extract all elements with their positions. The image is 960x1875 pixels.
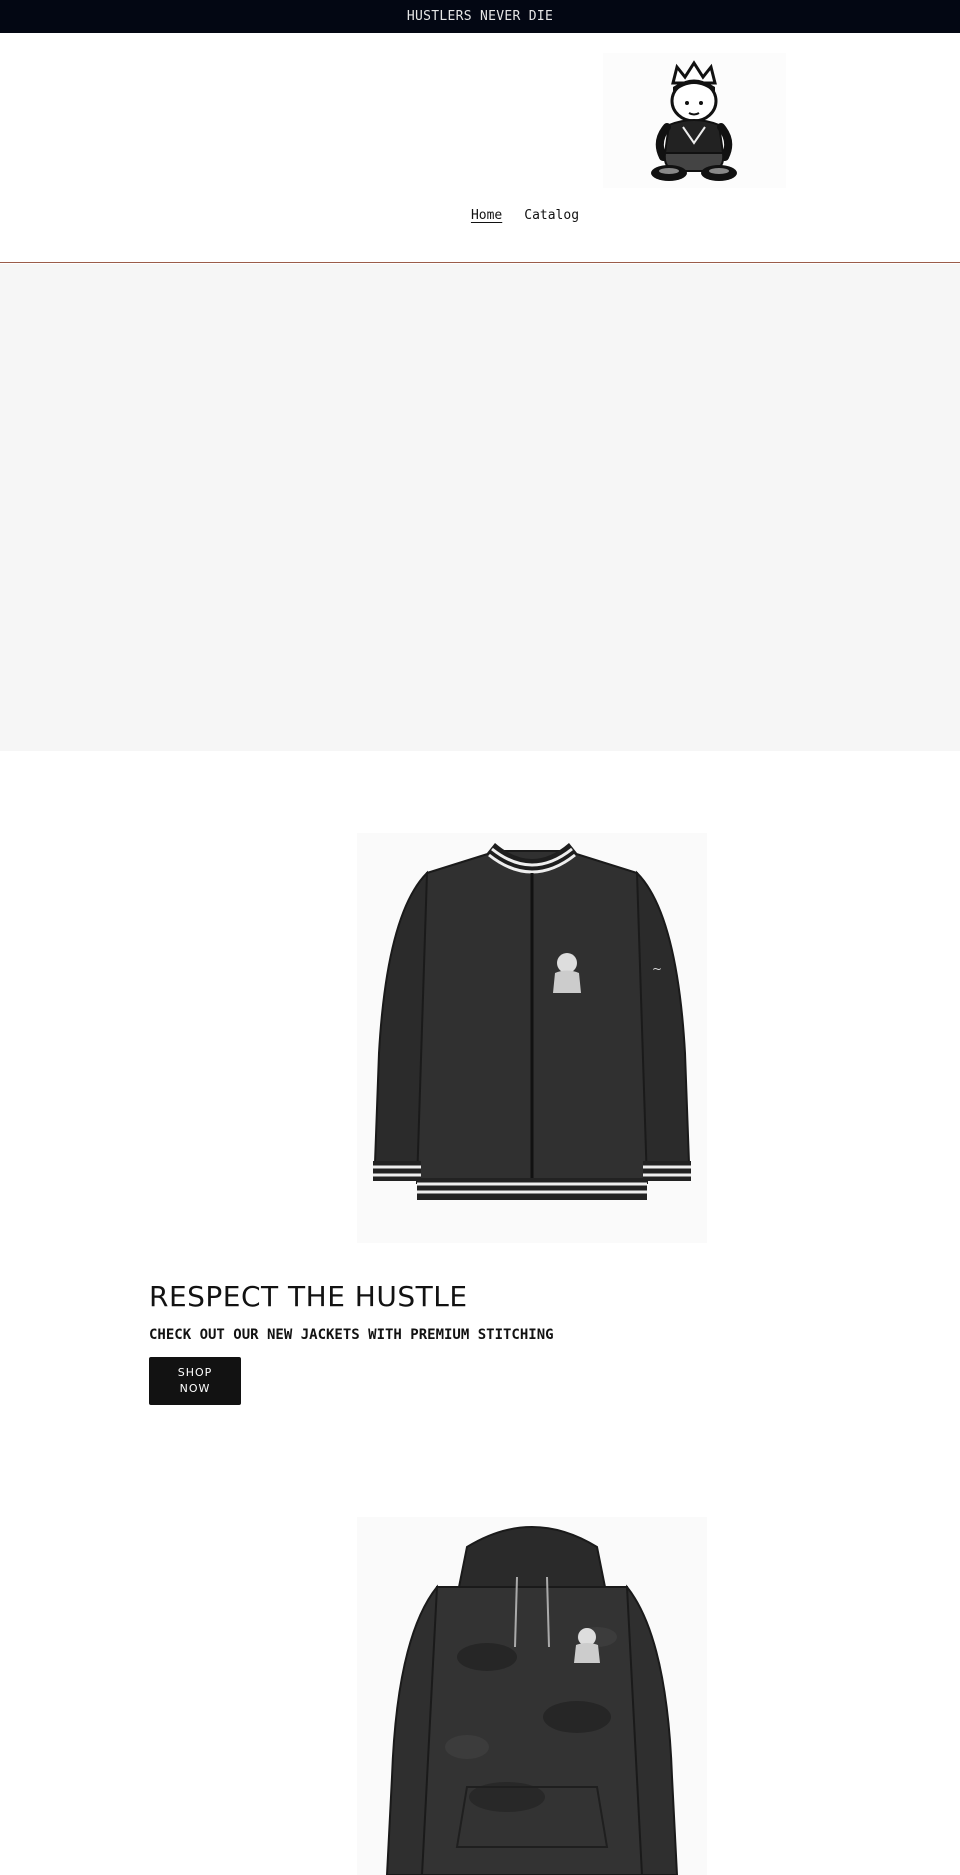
jacket-graphic: ~ [373,843,691,1200]
main-nav: Home Catalog [0,208,960,223]
svg-text:~: ~ [652,962,662,976]
crowned-kid-logo-icon [651,60,737,181]
announcement-bar: HUSTLERS NEVER DIE [0,0,960,33]
site-header: Home Catalog [0,33,960,263]
logo[interactable] [603,53,786,188]
hero-banner [0,264,960,751]
jacket-image: ~ [357,833,707,1243]
hoodie-graphic [385,1526,679,1875]
shop-now-button[interactable]: SHOP NOW [149,1357,241,1405]
feature-section: RESPECT THE HUSTLE CHECK OUT OUR NEW JAC… [149,1280,809,1405]
nav-link-catalog[interactable]: Catalog [524,208,579,223]
feature-title: RESPECT THE HUSTLE [149,1280,468,1313]
nav-link-home[interactable]: Home [381,208,502,223]
hoodie-image [357,1517,707,1875]
announcement-text: HUSTLERS NEVER DIE [406,9,554,24]
feature-subtitle: CHECK OUT OUR NEW JACKETS WITH PREMIUM S… [149,1327,554,1343]
